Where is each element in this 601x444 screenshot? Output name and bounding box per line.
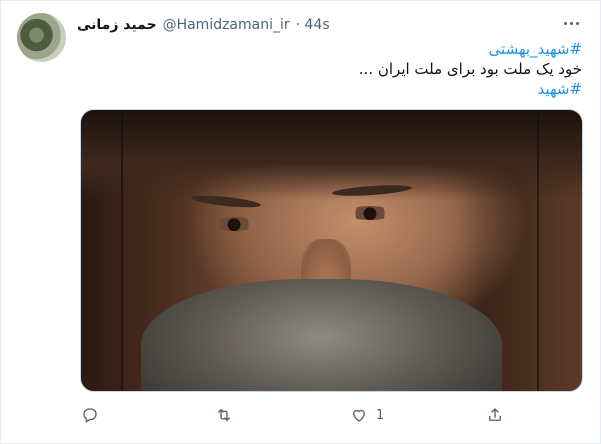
hashtag-link[interactable]: #شهید_بهشتی — [82, 39, 582, 59]
heart-icon — [350, 406, 368, 424]
image-beard — [141, 278, 502, 391]
handle[interactable]: @Hamidzamani_ir — [163, 17, 290, 33]
share-button[interactable] — [486, 403, 512, 427]
image-edge-line — [121, 110, 124, 391]
image-eye — [211, 216, 258, 231]
action-bar: 1 — [77, 403, 507, 427]
tweet-text: #شهید_بهشتی خود یک ملت بود برای ملت ایرا… — [82, 39, 582, 99]
tweet-body: خود یک ملت بود برای ملت ایران ... — [358, 60, 582, 78]
more-icon[interactable] — [560, 15, 582, 31]
reply-icon — [81, 406, 99, 424]
like-button[interactable]: 1 — [350, 403, 384, 427]
tweet-image[interactable] — [80, 109, 583, 392]
display-name[interactable]: حمید زمانی — [77, 17, 157, 33]
reply-button[interactable] — [81, 403, 107, 427]
avatar[interactable] — [17, 13, 66, 62]
retweet-icon — [215, 406, 233, 424]
tweet-header: حمید زمانی @Hamidzamani_ir · 44s — [77, 15, 330, 35]
retweet-button[interactable] — [215, 403, 241, 427]
timestamp[interactable]: · 44s — [296, 17, 330, 33]
like-count: 1 — [376, 407, 385, 423]
image-eye — [346, 205, 393, 220]
tweet-card[interactable]: حمید زمانی @Hamidzamani_ir · 44s #شهید_ب… — [0, 0, 601, 444]
share-icon — [486, 406, 504, 424]
image-hair — [81, 110, 582, 200]
hashtag-link[interactable]: #شهید — [82, 79, 582, 99]
image-edge-line — [536, 110, 539, 391]
